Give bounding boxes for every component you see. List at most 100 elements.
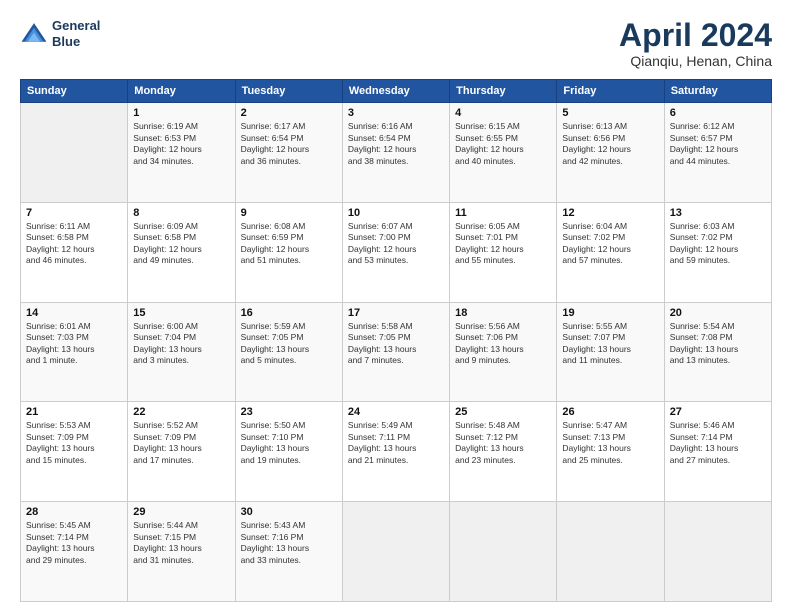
calendar-cell: 15 Sunrise: 6:00 AM Sunset: 7:04 PM Dayli… <box>128 302 235 402</box>
col-wednesday: Wednesday <box>342 80 449 103</box>
day-info: Sunrise: 6:00 AM Sunset: 7:04 PM Dayligh… <box>133 321 229 367</box>
col-saturday: Saturday <box>664 80 771 103</box>
day-info: Sunrise: 6:08 AM Sunset: 6:59 PM Dayligh… <box>241 221 337 267</box>
day-info: Sunrise: 6:01 AM Sunset: 7:03 PM Dayligh… <box>26 321 122 367</box>
calendar-cell <box>342 502 449 602</box>
calendar-cell: 9 Sunrise: 6:08 AM Sunset: 6:59 PM Daylig… <box>235 202 342 302</box>
day-info: Sunrise: 5:45 AM Sunset: 7:14 PM Dayligh… <box>26 520 122 566</box>
day-number: 30 <box>241 506 337 518</box>
calendar-cell: 19Sunrise: 5:55 AM Sunset: 7:07 PM Dayli… <box>557 302 664 402</box>
day-number: 10 <box>348 207 444 219</box>
calendar-header: Sunday Monday Tuesday Wednesday Thursday… <box>21 80 772 103</box>
day-info: Sunrise: 6:07 AM Sunset: 7:00 PM Dayligh… <box>348 221 444 267</box>
logo: General Blue <box>20 18 100 49</box>
day-number: 15 <box>133 307 229 319</box>
calendar-cell: 12Sunrise: 6:04 AM Sunset: 7:02 PM Dayli… <box>557 202 664 302</box>
day-info: Sunrise: 6:15 AM Sunset: 6:55 PM Dayligh… <box>455 121 551 167</box>
day-number: 11 <box>455 207 551 219</box>
calendar-cell: 17 Sunrise: 5:58 AM Sunset: 7:05 PM Dayli… <box>342 302 449 402</box>
logo-icon <box>20 20 48 48</box>
calendar-table: Sunday Monday Tuesday Wednesday Thursday… <box>20 79 772 602</box>
day-info: Sunrise: 5:49 AM Sunset: 7:11 PM Dayligh… <box>348 420 444 466</box>
day-info: Sunrise: 5:53 AM Sunset: 7:09 PM Dayligh… <box>26 420 122 466</box>
calendar-week-1: 1Sunrise: 6:19 AM Sunset: 6:53 PM Daylig… <box>21 103 772 203</box>
day-number: 24 <box>348 406 444 418</box>
day-number: 17 <box>348 307 444 319</box>
day-number: 22 <box>133 406 229 418</box>
calendar-cell <box>21 103 128 203</box>
location-subtitle: Qianqiu, Henan, China <box>619 53 772 69</box>
calendar-cell <box>450 502 557 602</box>
calendar-cell: 11Sunrise: 6:05 AM Sunset: 7:01 PM Dayli… <box>450 202 557 302</box>
col-friday: Friday <box>557 80 664 103</box>
calendar-cell: 30 Sunrise: 5:43 AM Sunset: 7:16 PM Dayli… <box>235 502 342 602</box>
day-info: Sunrise: 5:56 AM Sunset: 7:06 PM Dayligh… <box>455 321 551 367</box>
calendar-cell: 21 Sunrise: 5:53 AM Sunset: 7:09 PM Dayli… <box>21 402 128 502</box>
col-tuesday: Tuesday <box>235 80 342 103</box>
calendar-week-3: 14 Sunrise: 6:01 AM Sunset: 7:03 PM Dayli… <box>21 302 772 402</box>
day-number: 29 <box>133 506 229 518</box>
calendar-cell <box>664 502 771 602</box>
logo-line2: Blue <box>52 34 100 50</box>
day-number: 3 <box>348 107 444 119</box>
header: General Blue April 2024 Qianqiu, Henan, … <box>20 18 772 69</box>
calendar-cell: 5 Sunrise: 6:13 AM Sunset: 6:56 PM Daylig… <box>557 103 664 203</box>
page: General Blue April 2024 Qianqiu, Henan, … <box>0 0 792 612</box>
day-number: 18 <box>455 307 551 319</box>
col-thursday: Thursday <box>450 80 557 103</box>
calendar-cell <box>557 502 664 602</box>
day-number: 7 <box>26 207 122 219</box>
day-number: 12 <box>562 207 658 219</box>
day-number: 9 <box>241 207 337 219</box>
calendar-cell: 23 Sunrise: 5:50 AM Sunset: 7:10 PM Dayli… <box>235 402 342 502</box>
calendar-body: 1Sunrise: 6:19 AM Sunset: 6:53 PM Daylig… <box>21 103 772 602</box>
calendar-cell: 20 Sunrise: 5:54 AM Sunset: 7:08 PM Dayli… <box>664 302 771 402</box>
calendar-cell: 16Sunrise: 5:59 AM Sunset: 7:05 PM Dayli… <box>235 302 342 402</box>
day-number: 19 <box>562 307 658 319</box>
calendar-cell: 3Sunrise: 6:16 AM Sunset: 6:54 PM Daylig… <box>342 103 449 203</box>
day-number: 5 <box>562 107 658 119</box>
month-title: April 2024 <box>619 18 772 53</box>
day-info: Sunrise: 6:11 AM Sunset: 6:58 PM Dayligh… <box>26 221 122 267</box>
day-info: Sunrise: 5:58 AM Sunset: 7:05 PM Dayligh… <box>348 321 444 367</box>
day-number: 27 <box>670 406 766 418</box>
calendar-cell: 25Sunrise: 5:48 AM Sunset: 7:12 PM Dayli… <box>450 402 557 502</box>
day-number: 26 <box>562 406 658 418</box>
day-number: 8 <box>133 207 229 219</box>
calendar-cell: 8Sunrise: 6:09 AM Sunset: 6:58 PM Daylig… <box>128 202 235 302</box>
calendar-cell: 6Sunrise: 6:12 AM Sunset: 6:57 PM Daylig… <box>664 103 771 203</box>
calendar-cell: 1Sunrise: 6:19 AM Sunset: 6:53 PM Daylig… <box>128 103 235 203</box>
day-number: 6 <box>670 107 766 119</box>
calendar-cell: 27 Sunrise: 5:46 AM Sunset: 7:14 PM Dayli… <box>664 402 771 502</box>
header-row: Sunday Monday Tuesday Wednesday Thursday… <box>21 80 772 103</box>
calendar-cell: 2 Sunrise: 6:17 AM Sunset: 6:54 PM Daylig… <box>235 103 342 203</box>
day-number: 14 <box>26 307 122 319</box>
day-info: Sunrise: 6:17 AM Sunset: 6:54 PM Dayligh… <box>241 121 337 167</box>
day-number: 20 <box>670 307 766 319</box>
day-info: Sunrise: 6:13 AM Sunset: 6:56 PM Dayligh… <box>562 121 658 167</box>
day-info: Sunrise: 5:48 AM Sunset: 7:12 PM Dayligh… <box>455 420 551 466</box>
day-number: 21 <box>26 406 122 418</box>
title-block: April 2024 Qianqiu, Henan, China <box>619 18 772 69</box>
day-info: Sunrise: 5:43 AM Sunset: 7:16 PM Dayligh… <box>241 520 337 566</box>
calendar-week-2: 7 Sunrise: 6:11 AM Sunset: 6:58 PM Daylig… <box>21 202 772 302</box>
day-number: 2 <box>241 107 337 119</box>
day-number: 4 <box>455 107 551 119</box>
col-sunday: Sunday <box>21 80 128 103</box>
day-info: Sunrise: 5:52 AM Sunset: 7:09 PM Dayligh… <box>133 420 229 466</box>
calendar-cell: 14 Sunrise: 6:01 AM Sunset: 7:03 PM Dayli… <box>21 302 128 402</box>
day-info: Sunrise: 5:50 AM Sunset: 7:10 PM Dayligh… <box>241 420 337 466</box>
calendar-cell: 24 Sunrise: 5:49 AM Sunset: 7:11 PM Dayli… <box>342 402 449 502</box>
day-number: 16 <box>241 307 337 319</box>
day-number: 1 <box>133 107 229 119</box>
day-number: 23 <box>241 406 337 418</box>
col-monday: Monday <box>128 80 235 103</box>
calendar-cell: 18 Sunrise: 5:56 AM Sunset: 7:06 PM Dayli… <box>450 302 557 402</box>
day-number: 28 <box>26 506 122 518</box>
logo-line1: General <box>52 18 100 34</box>
day-info: Sunrise: 5:54 AM Sunset: 7:08 PM Dayligh… <box>670 321 766 367</box>
calendar-week-5: 28 Sunrise: 5:45 AM Sunset: 7:14 PM Dayli… <box>21 502 772 602</box>
calendar-cell: 29Sunrise: 5:44 AM Sunset: 7:15 PM Dayli… <box>128 502 235 602</box>
day-info: Sunrise: 5:47 AM Sunset: 7:13 PM Dayligh… <box>562 420 658 466</box>
day-info: Sunrise: 5:46 AM Sunset: 7:14 PM Dayligh… <box>670 420 766 466</box>
